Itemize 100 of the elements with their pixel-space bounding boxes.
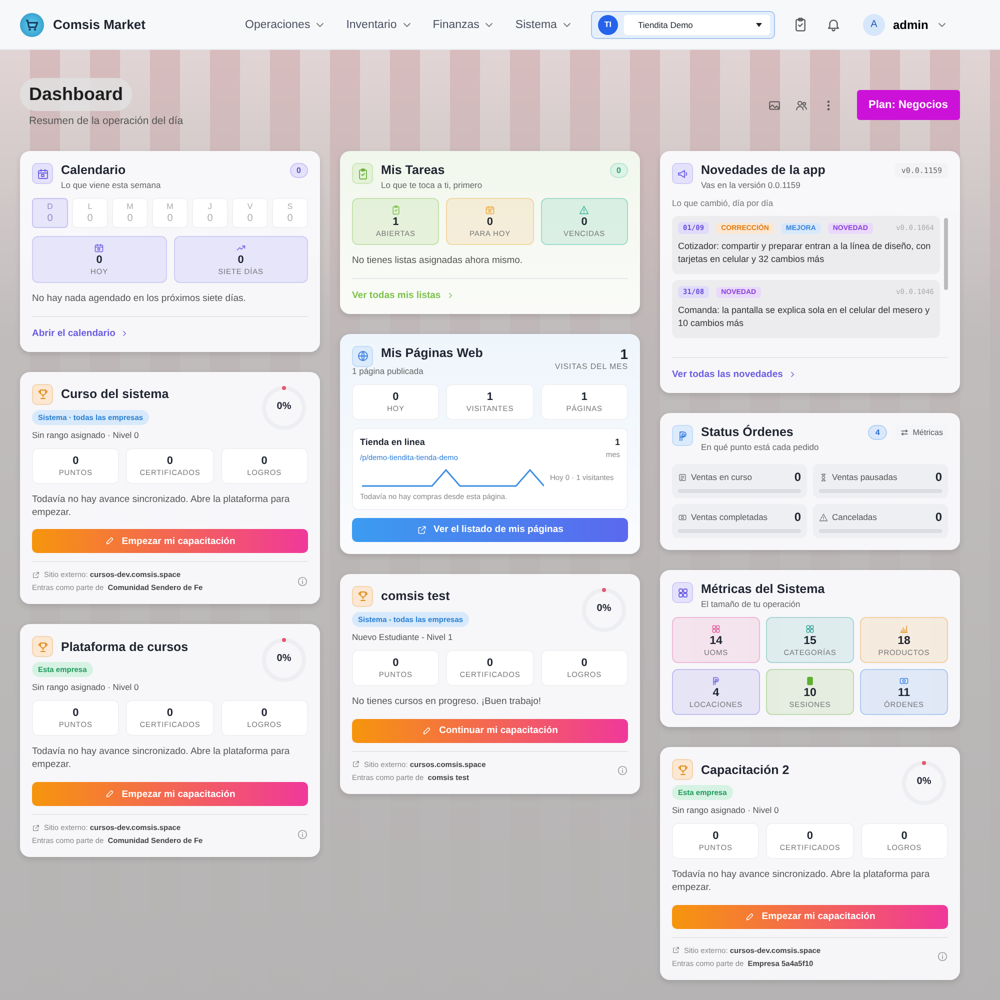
- day-cell[interactable]: M 0: [152, 198, 188, 228]
- external-link-icon: [672, 946, 680, 954]
- rank-text: Sin rango asignado · Nivel 0: [672, 805, 779, 815]
- count-badge: 0: [290, 163, 308, 178]
- metric-value: 14: [710, 635, 722, 647]
- nav-menu[interactable]: Sistema: [515, 18, 573, 30]
- stat-value: 0: [261, 454, 268, 467]
- start-training-button[interactable]: Empezar mi capacitación: [672, 904, 948, 929]
- empty-message: No tienes listas asignadas ahora mismo.: [352, 255, 524, 268]
- status-label: Ventas pausadas: [832, 472, 898, 482]
- count-badge: 0: [610, 163, 628, 178]
- day-cell[interactable]: J 0: [192, 198, 228, 228]
- page-title: Dashboard: [20, 78, 132, 111]
- stat-value: 0: [806, 830, 814, 842]
- stat-value: 1: [581, 390, 588, 403]
- page-subtitle: Resumen de la operación del día: [29, 115, 184, 127]
- entry-text: Comanda: la pantalla se explica sola en el celular del mesero y 10 cambios más: [678, 304, 931, 330]
- day-cell[interactable]: S 0: [272, 198, 308, 228]
- tenant-avatar: TI: [598, 14, 618, 34]
- status-message: Todavía no hay avance sincronizado. Abre la plataforma para empezar.: [32, 494, 291, 520]
- card-title: comsis test: [381, 589, 450, 604]
- start-training-button[interactable]: Empezar mi capacitación: [32, 782, 308, 806]
- info-icon[interactable]: [937, 951, 948, 962]
- stat-value: 0: [486, 656, 494, 669]
- external-link-icon: [32, 570, 40, 579]
- day-cell[interactable]: D 0: [32, 198, 68, 228]
- user-avatar: A: [862, 14, 885, 36]
- stat-value: 0: [72, 454, 79, 467]
- card-link[interactable]: Ver todas las novedades: [672, 369, 797, 380]
- info-icon[interactable]: [297, 828, 308, 840]
- list-pages-button[interactable]: Ver el listado de mis páginas: [352, 518, 628, 542]
- caret-icon: [756, 22, 762, 26]
- status-label: Ventas completadas: [691, 512, 769, 522]
- grid-icon: [676, 586, 688, 598]
- megaphone-icon: [676, 168, 688, 180]
- page-name: Tienda en linea: [360, 436, 426, 447]
- section-label: Lo que cambió, día por día: [672, 198, 774, 208]
- status-message: Todavía no hay avance sincronizado. Abre la plataforma para empezar.: [32, 746, 291, 772]
- metric-value: 18: [898, 635, 910, 647]
- status-message: No tienes cursos en progreso. ¡Buen trabajo!: [352, 696, 542, 709]
- trophy-icon: [36, 640, 48, 653]
- card-subtitle: El tamaño de tu operación: [701, 599, 802, 609]
- card-subtitle: Lo que viene esta semana: [61, 180, 162, 190]
- status-count: 0: [794, 510, 801, 524]
- user-menu[interactable]: A admin: [862, 14, 948, 36]
- stat-value: 0: [901, 830, 908, 842]
- card-title: Calendario: [61, 163, 127, 177]
- users-icon[interactable]: [794, 98, 808, 112]
- clipboard-check-icon: [356, 168, 368, 180]
- clipboard-check-icon[interactable]: [792, 17, 808, 32]
- calendar-icon: [36, 168, 48, 180]
- external-link-icon: [416, 524, 427, 535]
- card-subtitle: Vas en la versión 0.0.1159: [701, 180, 802, 190]
- calendar-icon: [94, 243, 104, 253]
- status-label: Canceladas: [832, 512, 878, 522]
- status-count: 0: [935, 470, 942, 484]
- plan-button[interactable]: Plan: Negocios: [856, 90, 960, 120]
- stat-value: 0: [261, 707, 268, 720]
- status-message: Todavía no hay avance sincronizado. Abre la plataforma para empezar.: [672, 869, 931, 895]
- bell-icon[interactable]: [826, 17, 841, 32]
- nav-menu[interactable]: Operaciones: [245, 18, 326, 30]
- scrollbar[interactable]: [944, 218, 948, 290]
- card-link[interactable]: Abrir el calendario: [32, 328, 130, 339]
- visits-label: VISITAS DEL MES: [554, 362, 628, 371]
- rank-text: Sin rango asignado · Nivel 0: [32, 682, 139, 692]
- stat-value: 0: [392, 656, 399, 669]
- card-title: Métricas del Sistema: [701, 582, 826, 596]
- banknote-icon: [678, 512, 687, 522]
- card-subtitle: 1 página publicada: [352, 366, 424, 376]
- progress-ring: [900, 759, 948, 807]
- card-title: Capacitación 2: [701, 762, 790, 776]
- day-cell[interactable]: L 0: [72, 198, 108, 228]
- stat-value: 0: [581, 656, 588, 669]
- info-icon[interactable]: [297, 576, 308, 587]
- day-cell[interactable]: M 0: [112, 198, 148, 228]
- tenant-selector[interactable]: TI Tiendita Demo: [590, 10, 775, 38]
- info-icon[interactable]: [617, 765, 628, 776]
- day-cell[interactable]: V 0: [232, 198, 268, 228]
- start-training-button[interactable]: Empezar mi capacitación: [32, 529, 308, 554]
- progress-percent: 0%: [596, 602, 612, 614]
- external-link-icon: [352, 760, 360, 768]
- visits-count: 1: [619, 346, 628, 362]
- image-icon[interactable]: [768, 98, 781, 112]
- stat-value: 1: [486, 390, 494, 403]
- nav-menu[interactable]: Finanzas: [432, 18, 496, 30]
- stat-value: 0: [392, 390, 399, 403]
- stat-value: 0: [712, 830, 719, 842]
- brand-name: Comsis Market: [53, 17, 146, 32]
- card-title: Plataforma de cursos: [61, 640, 188, 654]
- receipt-icon: [678, 472, 687, 482]
- card-title: Curso del sistema: [61, 387, 169, 402]
- rank-text: Sin rango asignado · Nivel 0: [32, 430, 139, 440]
- nav-menu[interactable]: Inventario: [346, 18, 413, 30]
- status-count: 0: [794, 470, 801, 484]
- start-training-button[interactable]: Continuar mi capacitación: [352, 718, 628, 743]
- cart-logo-icon: [20, 12, 44, 36]
- stat-value: 1: [392, 216, 399, 228]
- card-title: Mis Páginas Web: [381, 346, 484, 360]
- card-subtitle: En qué punto está cada pedido: [701, 442, 820, 452]
- external-link-icon: [32, 824, 40, 832]
